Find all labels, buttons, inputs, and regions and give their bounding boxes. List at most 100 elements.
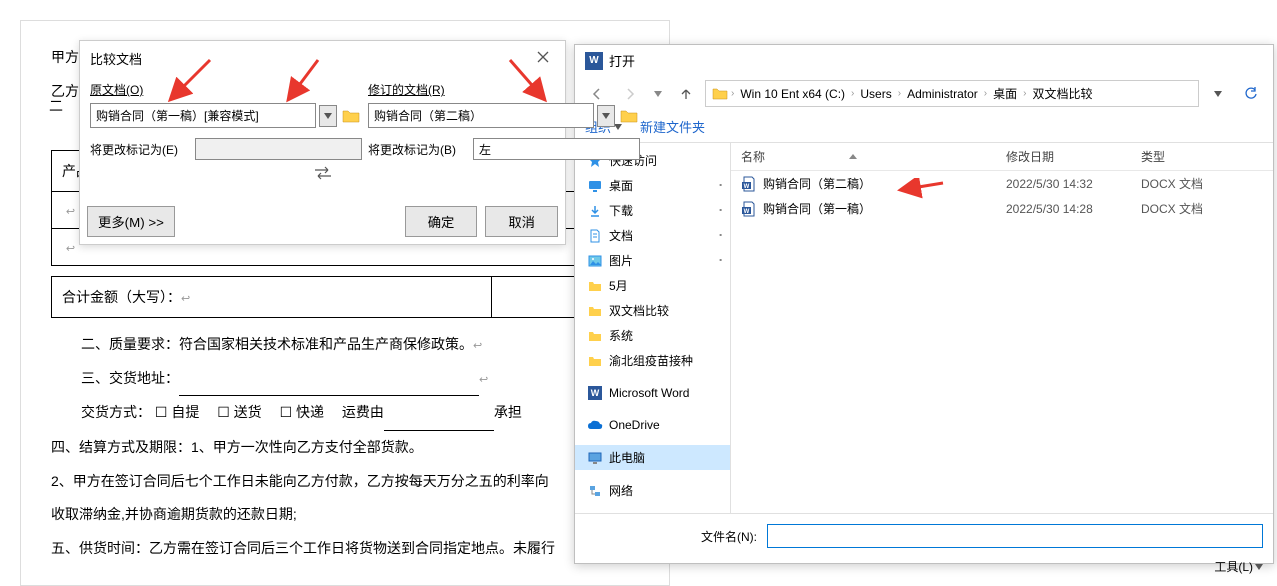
nav-up-icon[interactable] [672,81,700,107]
sidebar-item-word[interactable]: W Microsoft Word [575,381,730,405]
sidebar-item-folder[interactable]: 5月 [575,273,730,298]
file-date: 2022/5/30 14:32 [1006,177,1141,191]
label-changes-as-1: 将更改标记为(E) [90,141,190,158]
docx-icon: W [741,176,757,192]
breadcrumb-item[interactable]: 桌面 [990,84,1020,103]
breadcrumb[interactable]: › Win 10 Ent x64 (C:) › Users › Administ… [705,80,1199,107]
open-dialog-title: 打开 [609,51,635,70]
sidebar-item-documents[interactable]: 文档 ⬝ [575,223,730,248]
sidebar-item-label: Microsoft Word [609,386,689,400]
compare-documents-dialog: 比较文档 原文档(O) 购销合同（第一稿）[兼容模式] 将更改标记为(E) [79,40,566,245]
nav-history-dropdown[interactable] [649,81,667,107]
sidebar-item-label: 下载 [609,202,633,219]
compare-dialog-title: 比较文档 [90,49,142,68]
revised-doc-dropdown[interactable] [597,105,615,127]
doc-line: 二 [21,96,63,116]
sidebar-item-this-pc[interactable]: 此电脑 [575,445,730,470]
sidebar-item-folder[interactable]: 渝北组疫苗接种 [575,348,730,373]
picture-icon [587,253,603,269]
column-date[interactable]: 修改日期 [1006,148,1141,165]
download-icon [587,203,603,219]
folder-icon [587,303,603,319]
pin-icon: ⬝ [719,230,722,241]
pc-icon [587,450,603,466]
revised-doc-select[interactable]: 购销合同（第二稿） [368,103,594,128]
doc-para: 二、质量要求：符合国家相关技术标准和产品生产商保修政策。↩ [51,328,639,362]
document-icon [587,228,603,244]
breadcrumb-item[interactable]: Administrator [904,86,981,102]
original-doc-select[interactable]: 购销合同（第一稿）[兼容模式] [90,103,316,128]
folder-icon [587,353,603,369]
sidebar-item-label: 网络 [609,482,633,499]
breadcrumb-item[interactable]: Win 10 Ent x64 (C:) [737,86,848,102]
doc-table-total: 合计金额（大写）：↩ [51,276,639,318]
sidebar-item-label: 此电脑 [609,449,645,466]
doc-para: 交货方式： ☐ 自提 ☐ 送货 ☐ 快递 运费由 承担 [51,396,639,431]
file-row[interactable]: W 购销合同（第二稿） 2022/5/30 14:32 DOCX 文档 [731,171,1273,196]
refresh-icon[interactable] [1237,81,1265,107]
swap-documents-icon[interactable] [312,166,334,183]
breadcrumb-item[interactable]: 双文档比较 [1029,84,1095,103]
docx-icon: W [741,201,757,217]
sidebar-item-label: 桌面 [609,177,633,194]
network-icon [587,483,603,499]
pin-icon: ⬝ [719,255,722,266]
svg-text:W: W [744,184,750,190]
sidebar-item-label: OneDrive [609,418,660,432]
word-app-icon: W [585,52,603,70]
sidebar-item-label: 渝北组疫苗接种 [609,352,693,369]
sidebar-item-network[interactable]: 网络 [575,478,730,503]
onedrive-icon [587,417,603,433]
breadcrumb-item[interactable]: Users [857,86,894,102]
svg-text:W: W [744,209,750,215]
filename-label: 文件名(N): [701,528,761,545]
file-name: 购销合同（第二稿） [763,175,871,192]
toolbar-new-folder[interactable]: 新建文件夹 [640,117,705,136]
sidebar-item-label: 文档 [609,227,633,244]
close-icon[interactable] [531,49,555,68]
label-changes-as-2: 将更改标记为(B) [368,141,468,158]
file-row[interactable]: W 购销合同（第一稿） 2022/5/30 14:28 DOCX 文档 [731,196,1273,221]
original-doc-label: 原文档(O) [90,81,362,98]
sidebar-item-folder[interactable]: 系统 [575,323,730,348]
label-changes-input-1 [195,138,362,160]
breadcrumb-dropdown[interactable] [1204,81,1232,107]
sidebar-item-downloads[interactable]: 下载 ⬝ [575,198,730,223]
tools-dropdown[interactable]: 工具(L) [1214,558,1263,575]
original-doc-browse-icon[interactable] [340,105,362,127]
pin-icon: ⬝ [719,180,722,191]
sidebar-item-pictures[interactable]: 图片 ⬝ [575,248,730,273]
file-list: 名称 修改日期 类型 W 购销合同（第二稿） 2022/5/30 14:32 D… [731,143,1273,513]
original-doc-dropdown[interactable] [319,105,337,127]
sidebar-item-folder[interactable]: 双文档比较 [575,298,730,323]
folder-icon [712,87,728,101]
file-date: 2022/5/30 14:28 [1006,202,1141,216]
revised-doc-browse-icon[interactable] [618,105,640,127]
word-icon: W [587,385,603,401]
sidebar-item-label: 系统 [609,327,633,344]
sidebar-item-desktop[interactable]: 桌面 ⬝ [575,173,730,198]
sidebar-item-onedrive[interactable]: OneDrive [575,413,730,437]
total-label: 合计金额（大写）： [62,289,181,305]
desktop-icon [587,178,603,194]
file-open-dialog: W 打开 › Win 10 Ent x64 (C:) › Users › Adm… [574,44,1274,564]
file-type: DOCX 文档 [1141,175,1261,192]
doc-para: 2、甲方在签订合同后七个工作日未能向乙方付款，乙方按每天万分之五的利率向 [51,465,639,499]
file-list-header[interactable]: 名称 修改日期 类型 [731,143,1273,171]
filename-input[interactable] [767,524,1263,548]
column-type[interactable]: 类型 [1141,148,1261,165]
label-changes-input-2[interactable] [473,138,640,160]
sidebar-item-label: 双文档比较 [609,302,669,319]
doc-para: 五、供货时间：乙方需在签订合同后三个工作日将货物送到合同指定地点。未履行 [51,532,639,566]
folder-icon [587,278,603,294]
more-options-button[interactable]: 更多(M) >> [87,206,175,237]
revised-doc-label: 修订的文档(R) [368,81,640,98]
cancel-button[interactable]: 取消 [485,206,558,237]
file-type: DOCX 文档 [1141,200,1261,217]
sidebar-item-label: 图片 [609,252,633,269]
doc-para: 收取滞纳金,并协商逾期货款的还款日期; [51,498,639,532]
sidebar-item-label: 5月 [609,277,628,294]
column-name[interactable]: 名称 [741,148,765,165]
ok-button[interactable]: 确定 [405,206,478,237]
pin-icon: ⬝ [719,205,722,216]
